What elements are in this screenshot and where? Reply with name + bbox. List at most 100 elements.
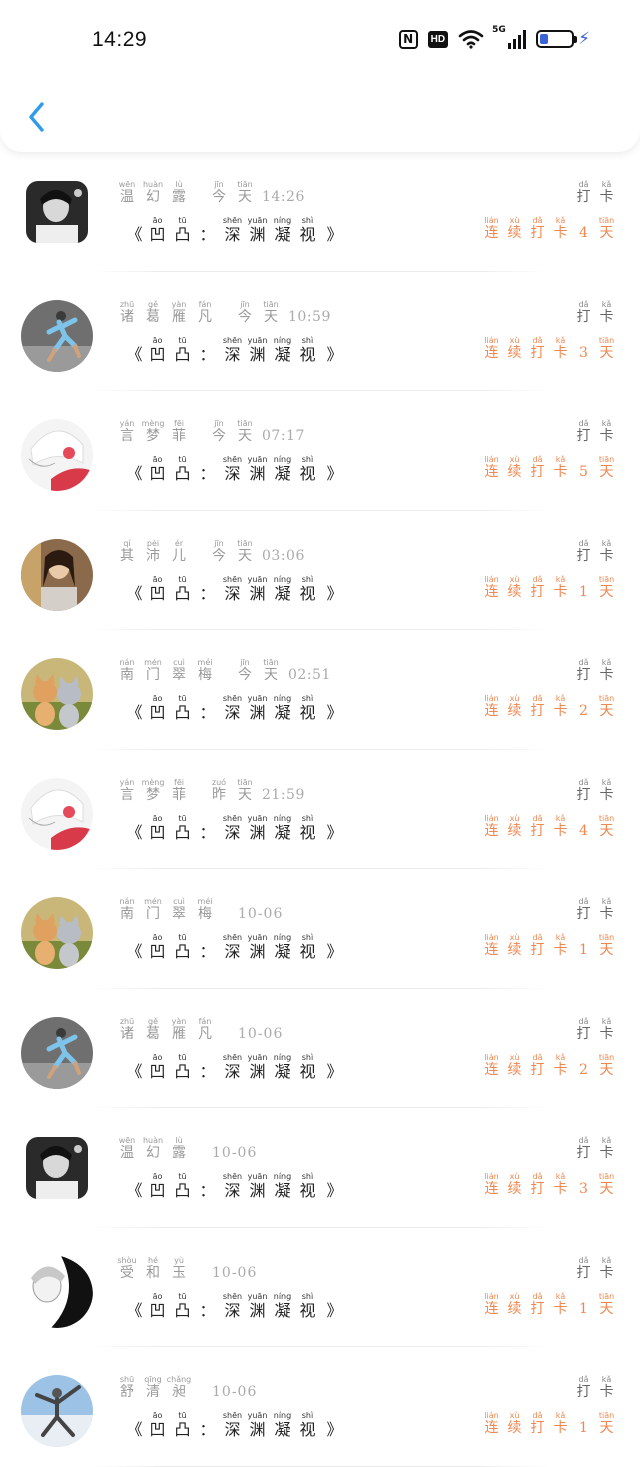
book-title[interactable]: 《 āo 凹 tū 凸 ： shēn 深 yuān 渊 níng 凝 shì 视 》: [120, 933, 345, 962]
hanzi: 梦: [146, 786, 160, 803]
ruby-char: lián 连: [480, 1172, 503, 1198]
username[interactable]: wēn 温 huàn 幻 lù 露: [114, 1136, 192, 1162]
pinyin: tū: [178, 933, 187, 942]
hanzi: 天: [599, 583, 614, 600]
book-title[interactable]: 《 āo 凹 tū 凸 ： shēn 深 yuān 渊 níng 凝 shì 视 》: [120, 455, 345, 484]
ruby-char: shēn 深: [220, 1292, 245, 1321]
username[interactable]: qí 其 pèi 沛 ér 儿: [114, 539, 192, 565]
bracket-open: 《: [120, 216, 145, 245]
ruby-char: yán 言: [114, 419, 140, 445]
username[interactable]: shòu 受 hé 和 yù 玉: [114, 1256, 192, 1282]
username[interactable]: yán 言 mèng 梦 fēi 菲: [114, 778, 192, 804]
pinyin: [195, 1172, 220, 1181]
username[interactable]: yán 言 mèng 梦 fēi 菲: [114, 419, 192, 445]
user-meta: wēn 温 huàn 幻 lù 露 10-06: [114, 1136, 257, 1162]
book-title[interactable]: 《 āo 凹 tū 凸 ： shēn 深 yuān 渊 níng 凝 shì 视 》: [120, 575, 345, 604]
ruby-char: chǎng 昶: [166, 1375, 192, 1401]
avatar[interactable]: [21, 1375, 93, 1447]
username[interactable]: wēn 温 huàn 幻 lù 露: [114, 180, 192, 206]
hanzi: 言: [120, 786, 134, 803]
ruby-char: zhū 诸: [114, 1017, 140, 1043]
book-title[interactable]: 《 āo 凹 tū 凸 ： shēn 深 yuān 渊 níng 凝 shì 视 》: [120, 1411, 345, 1440]
ruby-char: fán 凡: [192, 300, 218, 326]
bracket-close-text: 》: [326, 1300, 343, 1320]
pinyin: āo: [152, 933, 163, 942]
chevron-left-icon[interactable]: [24, 98, 54, 138]
bracket-close: 》: [320, 1411, 345, 1440]
checkin-list: wēn 温 huàn 幻 lù 露 jīn 今 tiān 天 14:26 《 āo 凹 tū 凸 ： shē…: [0, 152, 640, 1467]
post-time: 03:06: [258, 539, 305, 565]
avatar[interactable]: [21, 1016, 93, 1089]
book-title[interactable]: 《 āo 凹 tū 凸 ： shēn 深 yuān 渊 níng 凝 shì 视 》: [120, 814, 345, 843]
book-title[interactable]: 《 āo 凹 tū 凸 ： shēn 深 yuān 渊 níng 凝 shì 视 》: [120, 1172, 345, 1201]
bracket-close-text: 》: [326, 1181, 343, 1200]
avatar[interactable]: [21, 777, 93, 850]
avatar[interactable]: [21, 419, 93, 491]
username[interactable]: zhū 诸 gě 葛 yàn 雁 fán 凡: [114, 300, 218, 326]
avatar[interactable]: [21, 658, 93, 730]
avatar[interactable]: [21, 538, 93, 611]
hanzi: 卡: [599, 1145, 614, 1161]
hanzi: 温: [120, 1145, 134, 1161]
pinyin: ér: [174, 538, 184, 548]
hanzi: 卡: [599, 1264, 614, 1281]
pinyin: jīn: [240, 658, 250, 667]
ruby-char: kǎ 卡: [595, 778, 618, 804]
checkin-row[interactable]: shòu 受 hé 和 yù 玉 10-06 《 āo 凹 tū 凸 ： shēn 深 yuān 渊 nín…: [0, 1228, 640, 1347]
post-date-text: 10-06: [212, 1145, 258, 1161]
avatar[interactable]: [26, 181, 88, 243]
hanzi: 天: [599, 1181, 614, 1197]
ruby-char: shì 视: [295, 1292, 320, 1321]
checkin-row[interactable]: yán 言 mèng 梦 fēi 菲 jīn 今 tiān 天 07:17 《 āo 凹 tū 凸 ： sh…: [0, 391, 640, 511]
pinyin: lián: [484, 813, 499, 823]
ruby-char: níng 凝: [270, 814, 295, 843]
pinyin: níng: [273, 1291, 292, 1301]
bracket-open-text: 《: [126, 1420, 143, 1439]
bracket-open-text: 《: [126, 1300, 143, 1320]
ruby-char: kǎ 卡: [549, 1411, 572, 1437]
pinyin: tiān: [598, 694, 615, 703]
checkin-row[interactable]: zhū 诸 gě 葛 yàn 雁 fán 凡 10-06 《 āo 凹 tū 凸 ： shēn 深 yuān…: [0, 989, 640, 1108]
checkin-row[interactable]: nán 南 mén 门 cuì 翠 méi 梅 10-06 《 āo 凹 tū 凸 ： shēn 深 yuā…: [0, 869, 640, 989]
username[interactable]: nán 南 mén 门 cuì 翠 méi 梅: [114, 897, 218, 923]
avatar[interactable]: [26, 1137, 88, 1199]
avatar[interactable]: [21, 1255, 93, 1328]
ruby-char: tū 凸: [170, 1411, 195, 1440]
avatar[interactable]: [21, 897, 93, 969]
checkin-row[interactable]: nán 南 mén 门 cuì 翠 méi 梅 jīn 今 tiān 天 02:51 《 āo 凹 tū 凸 …: [0, 630, 640, 750]
pinyin: tū: [178, 1411, 187, 1420]
checkin-row[interactable]: shū 舒 qīng 清 chǎng 昶 10-06 《 āo 凹 tū 凸 ： shēn 深 yuān…: [0, 1347, 640, 1467]
ruby-char: kǎ 卡: [549, 455, 572, 481]
pinyin: cuì: [173, 897, 185, 906]
avatar[interactable]: [21, 299, 93, 372]
book-title[interactable]: 《 āo 凹 tū 凸 ： shēn 深 yuān 渊 níng 凝 shì 视 》: [120, 336, 345, 365]
pinyin: shì: [301, 1291, 314, 1301]
ruby-char: dǎ 打: [572, 1256, 595, 1282]
ruby-char: dǎ 打: [572, 658, 595, 684]
book-title[interactable]: 《 āo 凹 tū 凸 ： shēn 深 yuān 渊 níng 凝 shì 视 》: [120, 694, 345, 723]
username[interactable]: shū 舒 qīng 清 chǎng 昶: [114, 1375, 192, 1401]
user-meta: zhū 诸 gě 葛 yàn 雁 fán 凡 jīn 今 tiān 天 10:59: [114, 300, 331, 326]
hanzi: 凸: [174, 583, 191, 603]
streak-label: lián 连 xù 续 dǎ 打 kǎ 卡 3 tiān 天: [480, 1172, 618, 1198]
pinyin: yàn: [171, 299, 187, 309]
pinyin: shòu: [117, 1255, 137, 1265]
pinyin: shēn: [222, 1291, 243, 1301]
hanzi: 连: [484, 1181, 499, 1197]
checkin-row[interactable]: qí 其 pèi 沛 ér 儿 jīn 今 tiān 天 03:06 《 āo 凹 tū 凸 ： shēn 深…: [0, 511, 640, 630]
ruby-char: tiān 天: [258, 300, 284, 326]
book-title[interactable]: 《 āo 凹 tū 凸 ： shēn 深 yuān 渊 níng 凝 shì 视 》: [120, 1053, 345, 1082]
checkin-row[interactable]: yán 言 mèng 梦 fēi 菲 zuó 昨 tiān 天 21:59 《 āo 凹 tū 凸 ： sh…: [0, 750, 640, 869]
username[interactable]: zhū 诸 gě 葛 yàn 雁 fán 凡: [114, 1017, 218, 1043]
checkin-row[interactable]: wēn 温 huàn 幻 lù 露 10-06 《 āo 凹 tū 凸 ： shēn 深 yuān 渊 ní…: [0, 1108, 640, 1228]
checkin-row[interactable]: zhū 诸 gě 葛 yàn 雁 fán 凡 jīn 今 tiān 天 10:59 《 āo 凹 tū 凸 ：…: [0, 272, 640, 391]
user-meta: qí 其 pèi 沛 ér 儿 jīn 今 tiān 天 03:06: [114, 539, 305, 565]
pinyin: tū: [178, 1291, 187, 1301]
hanzi: ：: [199, 1181, 216, 1200]
checkin-row[interactable]: wēn 温 huàn 幻 lù 露 jīn 今 tiān 天 14:26 《 āo 凹 tū 凸 ： shē…: [0, 152, 640, 272]
username[interactable]: nán 南 mén 门 cuì 翠 méi 梅: [114, 658, 218, 684]
book-title[interactable]: 《 āo 凹 tū 凸 ： shēn 深 yuān 渊 níng 凝 shì 视 》: [120, 216, 345, 245]
book-title[interactable]: 《 āo 凹 tū 凸 ： shēn 深 yuān 渊 níng 凝 shì 视 》: [120, 1292, 345, 1321]
battery-icon: [536, 30, 578, 48]
pinyin: dǎ: [578, 1016, 589, 1026]
